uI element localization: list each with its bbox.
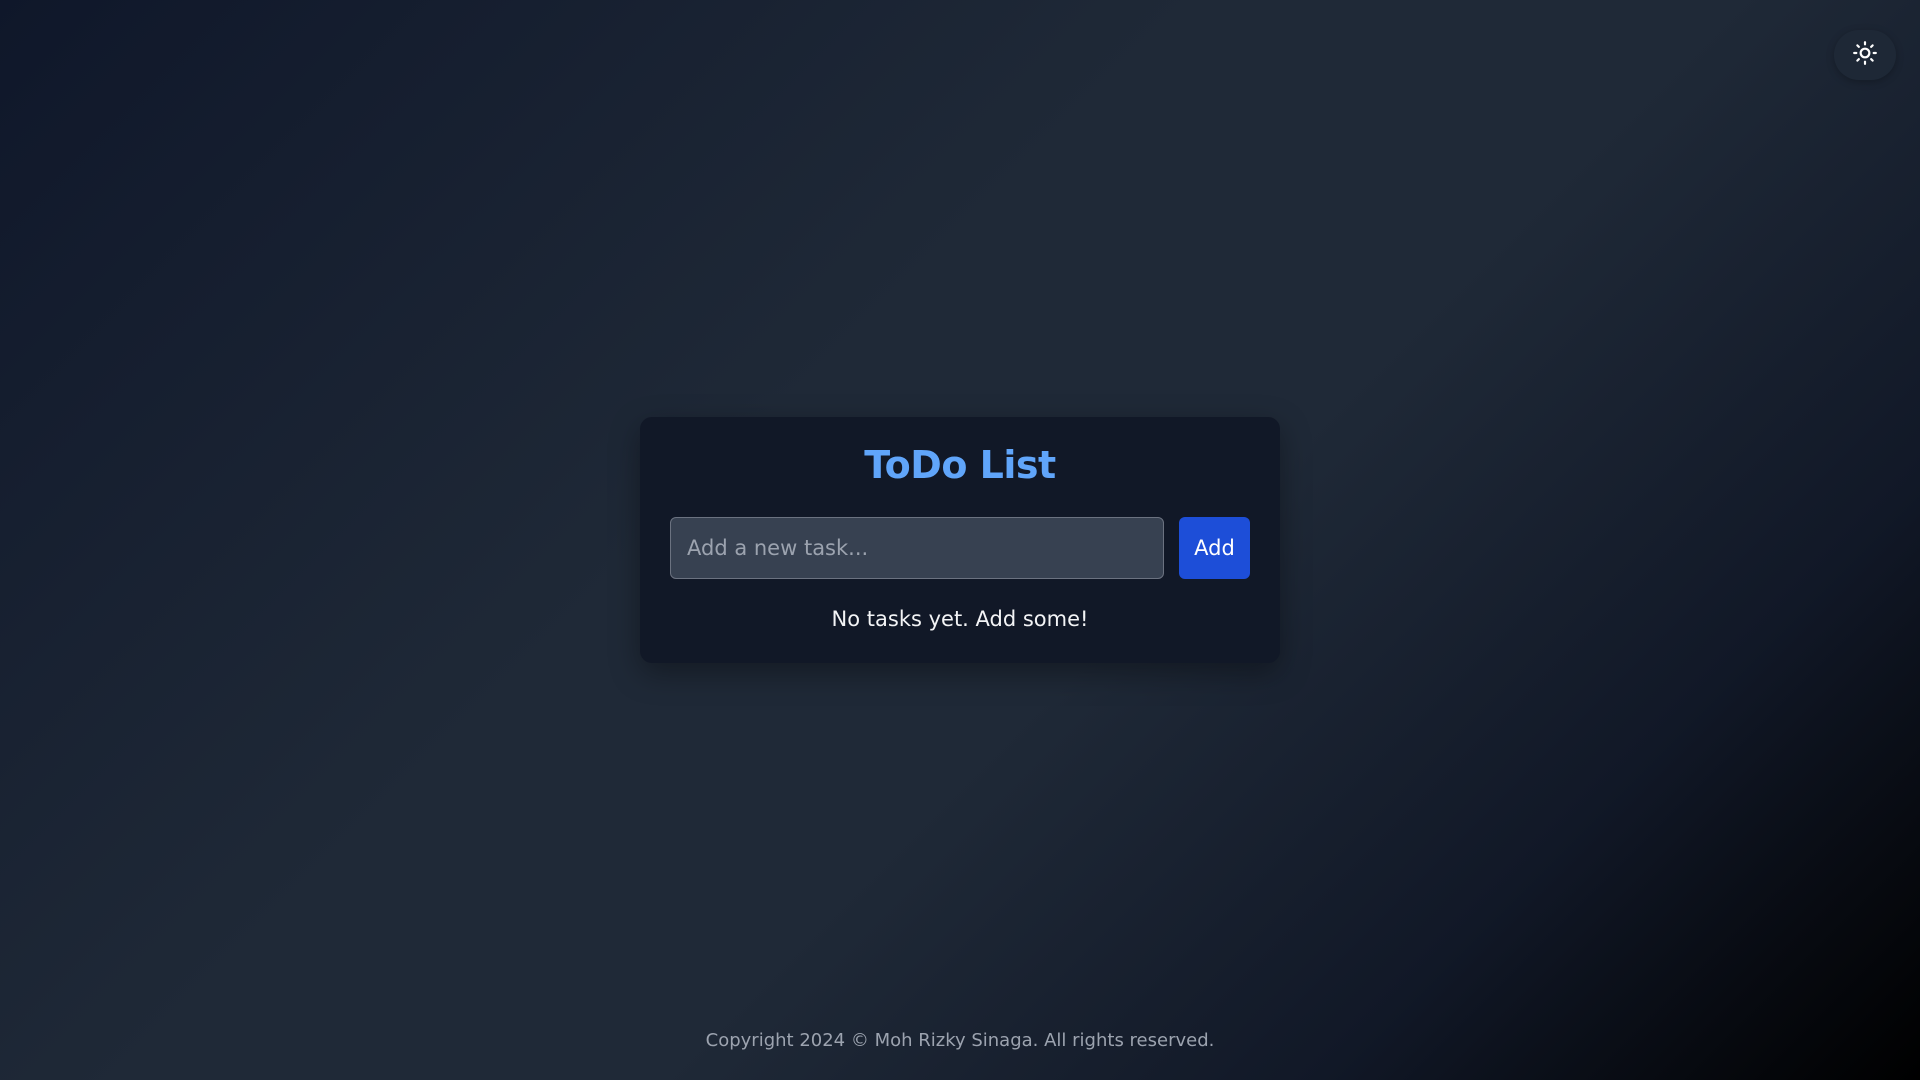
todo-card: ToDo List Add No tasks yet. Add some!: [640, 417, 1280, 663]
page-title: ToDo List: [864, 443, 1056, 487]
add-task-button[interactable]: Add: [1179, 517, 1250, 579]
empty-state-message: No tasks yet. Add some!: [831, 607, 1089, 631]
theme-toggle-button[interactable]: [1834, 30, 1896, 80]
new-task-input[interactable]: [670, 517, 1164, 579]
footer-copyright: Copyright 2024 © Moh Rizky Sinaga. All r…: [705, 1030, 1215, 1051]
sun-icon: [1852, 40, 1878, 70]
